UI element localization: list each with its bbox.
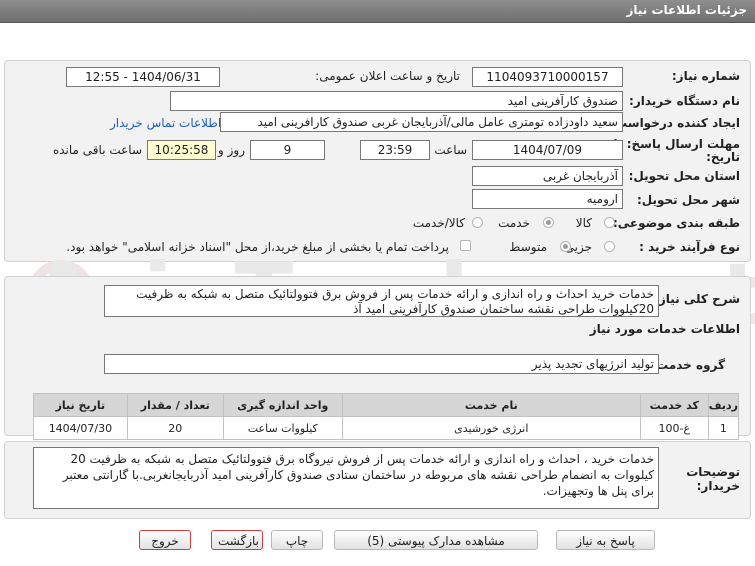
attachments-button[interactable]: مشاهده مدارک پیوستی (5) [334, 530, 538, 550]
cell-name: انرژی خورشیدی [341, 416, 641, 440]
days-field: 9 [250, 140, 325, 160]
col-name: نام خدمت [341, 393, 641, 417]
deadline-date-field: 1404/07/09 [472, 140, 623, 160]
page-title: جزئیات اطلاعات نیاز [626, 3, 747, 17]
col-unit: واحد اندازه گیری [222, 393, 343, 417]
cell-qty: 20 [126, 416, 224, 440]
city-label: شهر محل تحویل: [636, 193, 740, 207]
col-qty: تعداد / مقدار [126, 393, 224, 417]
contact-buyer-link[interactable]: اطلاعات تماس خریدار [110, 116, 221, 130]
service-group-label: گروه خدمت: [651, 358, 725, 372]
print-button[interactable]: چاپ [271, 530, 323, 550]
creator-field: سعید داودزاده تومتری عامل مالی/آذربایجان… [220, 112, 623, 132]
need-number-field: 1104093710000157 [472, 67, 623, 87]
announce-label: تاریخ و ساعت اعلان عمومی: [315, 69, 460, 83]
announce-field: 1404/06/31 - 12:55 [66, 67, 220, 87]
creator-label: ایجاد کننده درخواست: [610, 116, 740, 130]
back-button[interactable]: بازگشت [211, 530, 263, 550]
province-label: استان محل تحویل: [628, 169, 740, 183]
deadline-date-label: تاریخ: [706, 150, 740, 164]
days-label: روز و [218, 143, 245, 157]
treasury-checkbox[interactable] [460, 240, 471, 251]
payment-note: پرداخت تمام یا بخشی از مبلغ خرید،از محل … [66, 240, 449, 254]
cell-unit: کیلووات ساعت [222, 416, 343, 440]
buyer-notes-label-2: خریدار: [696, 479, 740, 493]
process-label: نوع فرآیند خرید : [639, 240, 740, 254]
services-table: ردیف کد خدمت نام خدمت واحد اندازه گیری ت… [33, 393, 740, 440]
summary-label: شرح کلی نیاز: [654, 292, 740, 306]
table-header-row: ردیف کد خدمت نام خدمت واحد اندازه گیری ت… [33, 393, 740, 417]
process-medium-label: متوسط [509, 240, 547, 254]
radio-process-minor[interactable] [604, 241, 615, 252]
cell-index: 1 [707, 416, 740, 440]
city-field: ارومیه [472, 189, 623, 209]
title-bar: جزئیات اطلاعات نیاز [0, 0, 755, 23]
service-group-field: تولید انرژیهای تجدید پذیر [104, 354, 659, 374]
need-number-label: شماره نیاز: [671, 69, 740, 83]
col-date: تاریخ نیاز [33, 393, 128, 417]
table-row: 1 غ-100 انرژی خورشیدی کیلووات ساعت 20 14… [33, 416, 740, 440]
cell-date: 1404/07/30 [33, 416, 128, 440]
category-label: طبقه بندی موضوعی: [612, 216, 740, 230]
summary-field: خدمات خرید احداث و راه اندازی و ارائه خد… [104, 285, 659, 317]
province-field: آذربایجان غربی [472, 166, 623, 186]
radio-category-service[interactable] [543, 217, 554, 228]
deadline-label: مهلت ارسال پاسخ: تا [613, 137, 741, 151]
category-goods-label: کالا [575, 216, 592, 230]
deadline-time-label: ساعت [434, 143, 467, 157]
buyer-org-field: صندوق کارآفرینی امید [170, 91, 623, 111]
cell-code: غ-100 [639, 416, 709, 440]
radio-category-goods-service[interactable] [472, 217, 483, 228]
col-index: ردیف [707, 393, 740, 417]
exit-button[interactable]: خروج [139, 530, 191, 550]
remaining-time-field: 10:25:58 [147, 140, 216, 160]
buyer-notes-field: خدمات خرید ، احداث و راه اندازی و ارائه … [33, 447, 659, 509]
services-section-title: اطلاعات خدمات مورد نیاز [589, 322, 740, 336]
radio-process-medium[interactable] [560, 241, 571, 252]
buyer-org-label: نام دستگاه خریدار: [629, 94, 740, 108]
category-goods-service-label: کالا/خدمت [412, 216, 465, 230]
remaining-label: ساعت باقی مانده [52, 143, 142, 157]
buyer-notes-label: توضیحات [686, 465, 740, 479]
reply-button[interactable]: پاسخ به نیاز [556, 530, 655, 550]
deadline-time-field: 23:59 [360, 140, 430, 160]
category-service-label: خدمت [498, 216, 530, 230]
col-code: کد خدمت [639, 393, 709, 417]
radio-category-goods[interactable] [604, 217, 615, 228]
